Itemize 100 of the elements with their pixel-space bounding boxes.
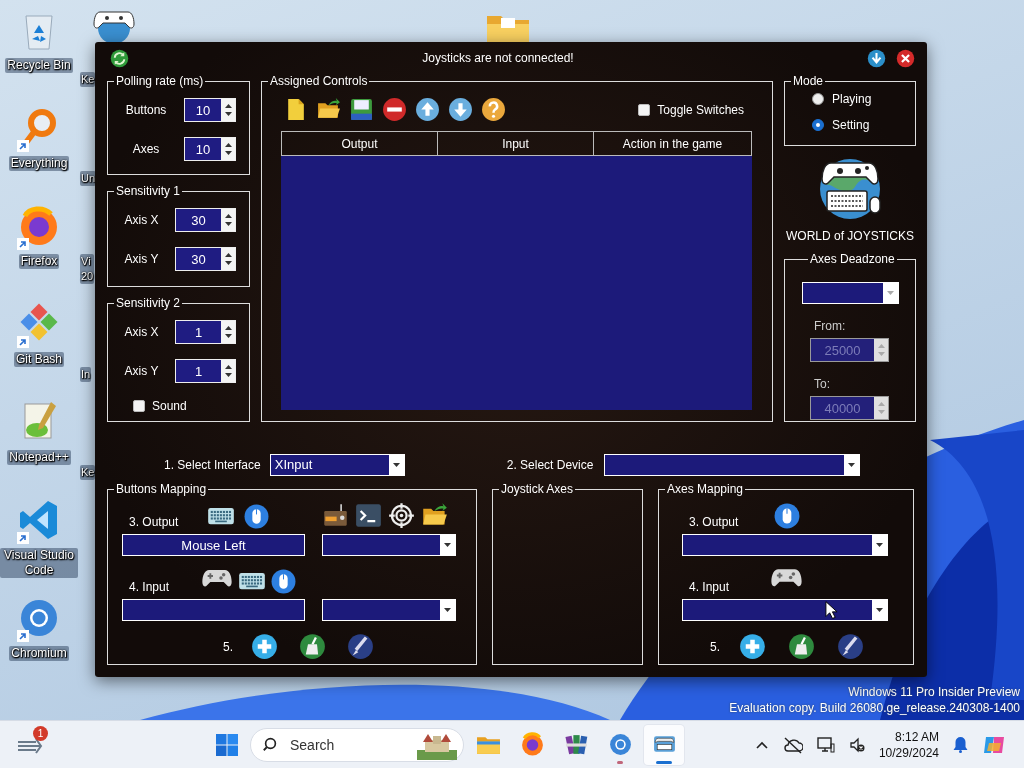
caret-icon <box>392 462 400 467</box>
desktop-icon-label[interactable]: Git Bash <box>14 352 64 367</box>
add-icon[interactable] <box>251 633 278 660</box>
build-info-text: Windows 11 Pro Insider Preview <box>848 684 1020 700</box>
input-field[interactable] <box>122 599 305 621</box>
mouse-icon[interactable] <box>774 503 800 529</box>
number-spinner[interactable]: 1 <box>175 320 236 344</box>
field-label: 4. Input <box>688 580 731 594</box>
caret-icon <box>876 543 883 547</box>
field-label: 2. Select Device <box>506 457 594 472</box>
monitor-icon[interactable] <box>816 735 835 754</box>
radio-icon[interactable] <box>322 502 349 529</box>
number-spinner[interactable]: 10 <box>184 98 236 122</box>
field-label: 3. Output <box>128 515 180 529</box>
desktop-icon-label[interactable]: Recycle Bin <box>5 58 73 73</box>
column-header[interactable]: Output <box>281 131 438 156</box>
output-dropdown[interactable] <box>322 534 456 556</box>
close-icon[interactable] <box>896 48 915 68</box>
input-dropdown[interactable] <box>322 599 456 621</box>
field-label: From: <box>814 319 847 333</box>
caret-icon <box>444 543 451 547</box>
deadzone-dropdown[interactable] <box>802 282 899 304</box>
radio-button[interactable] <box>812 119 824 131</box>
desktop-icon-label[interactable]: In <box>80 367 92 382</box>
group-label: Axes Deadzone <box>809 252 896 266</box>
brush-icon[interactable] <box>837 633 864 660</box>
save-icon[interactable] <box>349 97 374 122</box>
desktop-icon-label[interactable]: Ke <box>80 465 96 480</box>
speaker-muted-icon[interactable] <box>848 736 865 753</box>
group-label: Assigned Controls <box>269 74 369 88</box>
field-label: 3. Output <box>688 515 740 529</box>
number-spinner[interactable]: 1 <box>175 359 236 383</box>
spin-arrows-icon <box>224 364 232 378</box>
bell-icon[interactable] <box>953 736 968 753</box>
books-icon <box>563 732 589 757</box>
cloud-offline-icon[interactable] <box>782 735 803 754</box>
build-info-text: Evaluation copy. Build 26080.ge_release.240308-1400 <box>729 700 1020 716</box>
field-label: Axis Y <box>123 252 160 266</box>
number-spinner[interactable]: 10 <box>184 137 236 161</box>
spin-arrows-icon <box>224 213 232 227</box>
input-dropdown[interactable] <box>682 599 888 621</box>
desktop-icon-label[interactable]: Visual Studio Code <box>0 548 78 578</box>
desktop-icon-label[interactable]: Notepad++ <box>7 450 71 465</box>
broom-icon[interactable] <box>299 633 326 660</box>
interface-dropdown[interactable]: XInput <box>269 453 405 476</box>
desktop-icon-label[interactable]: Ke <box>80 72 96 87</box>
download-icon[interactable] <box>867 48 886 68</box>
caret-icon <box>887 291 894 295</box>
field-label: To: <box>814 377 831 391</box>
checkbox[interactable] <box>638 103 651 116</box>
radio-button[interactable] <box>812 93 824 105</box>
caret-icon <box>444 608 451 612</box>
caret-icon <box>876 608 883 612</box>
desktop-icon-label[interactable]: Firefox <box>18 254 60 269</box>
move-up-icon[interactable] <box>415 97 440 122</box>
group-label: Joystick Axes <box>500 482 575 496</box>
chrome-icon <box>607 732 633 757</box>
desktop-icon-label[interactable]: Vi 20 <box>80 254 95 284</box>
help-icon[interactable] <box>481 97 506 122</box>
spin-arrows-icon <box>224 325 232 339</box>
mouse-icon[interactable] <box>271 569 296 594</box>
caret-icon <box>848 462 856 467</box>
move-down-icon[interactable] <box>448 97 473 122</box>
output-field[interactable]: Mouse Left <box>122 534 305 556</box>
desktop-icon-label[interactable]: Chromium <box>9 646 69 661</box>
step-label: 5. <box>223 639 233 654</box>
checkbox-label: Sound <box>152 399 187 413</box>
refresh-icon[interactable] <box>110 48 129 68</box>
number-spinner[interactable]: 30 <box>175 208 236 232</box>
number-spinner[interactable]: 30 <box>175 247 236 271</box>
target-icon[interactable] <box>388 502 415 529</box>
column-header[interactable]: Input <box>438 131 594 156</box>
add-icon[interactable] <box>739 633 766 660</box>
group-label: Polling rate (ms) <box>115 74 205 88</box>
mouse-pointer-icon <box>825 600 838 620</box>
radio-label: Playing <box>832 92 872 106</box>
output-dropdown[interactable] <box>682 534 888 556</box>
firefox-icon <box>519 732 545 757</box>
broom-icon[interactable] <box>788 633 815 660</box>
windows-logo-icon <box>215 732 239 757</box>
notification-badge: 1 <box>33 725 48 741</box>
taskbar-app-button[interactable] <box>644 724 684 765</box>
brush-icon[interactable] <box>347 633 374 660</box>
clock-date[interactable]: 10/29/2024 <box>878 744 939 761</box>
spin-arrows-icon <box>224 103 232 117</box>
column-header[interactable]: Action in the game <box>594 131 752 156</box>
group-label: Mode <box>792 74 825 88</box>
field-label: 4. Input <box>128 580 171 594</box>
mouse-icon[interactable] <box>244 504 269 529</box>
remove-icon[interactable] <box>382 97 407 122</box>
clock-time[interactable]: 8:12 AM <box>894 728 939 745</box>
device-dropdown[interactable] <box>604 453 861 476</box>
logo-caption: WORLD of JOYSTICKS <box>786 229 914 243</box>
desktop-icon-label[interactable]: Everything <box>8 156 70 171</box>
checkbox[interactable] <box>133 400 145 412</box>
search-box[interactable]: Search <box>250 727 464 762</box>
terminal-icon[interactable] <box>355 502 382 529</box>
spin-arrows-icon <box>877 401 885 415</box>
group-label: Axes Mapping <box>666 482 745 496</box>
field-label: Buttons <box>124 103 168 117</box>
